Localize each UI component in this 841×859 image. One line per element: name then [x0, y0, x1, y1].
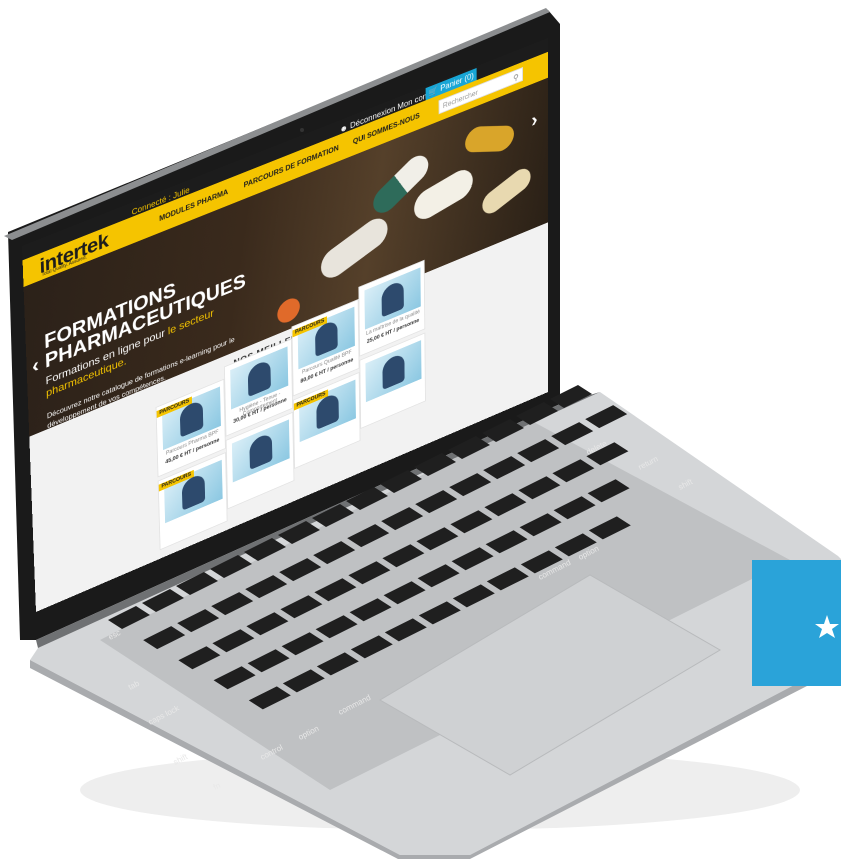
- keyboard-key[interactable]: [587, 479, 630, 503]
- keyboard-key[interactable]: [384, 618, 427, 642]
- keyboard-key[interactable]: [142, 589, 184, 612]
- keyboard-key[interactable]: [552, 459, 595, 483]
- pill-white: [317, 212, 392, 285]
- keyboard-key[interactable]: [516, 402, 558, 425]
- keyboard-key[interactable]: [316, 652, 359, 676]
- chevron-right-icon[interactable]: ›: [531, 108, 537, 133]
- search-icon[interactable]: ⚲: [513, 69, 519, 85]
- keyboard-key[interactable]: [448, 436, 490, 459]
- key-label: caps lock: [147, 703, 182, 727]
- keyboard-key[interactable]: [551, 422, 594, 446]
- photo-stage: esc tab caps lock shift fn control option comma…: [0, 0, 841, 859]
- keyboard-key[interactable]: [415, 490, 458, 514]
- product-figure: [247, 358, 271, 398]
- keyboard-key[interactable]: [211, 592, 254, 616]
- keyboard-key[interactable]: [346, 487, 388, 510]
- pill-orange: [277, 294, 301, 327]
- keyboard-key[interactable]: [417, 564, 460, 588]
- keyboard-key[interactable]: [486, 567, 529, 591]
- keyboard-key[interactable]: [177, 609, 220, 633]
- keyboard-key[interactable]: [350, 635, 393, 659]
- key-label: esc: [107, 628, 122, 642]
- keyboard-key[interactable]: [485, 530, 528, 554]
- keyboard-key[interactable]: [484, 493, 527, 517]
- keyboard-key[interactable]: [381, 507, 424, 531]
- keyboard-key[interactable]: [278, 521, 320, 544]
- keyboard-key[interactable]: [315, 615, 358, 639]
- keyboard-key[interactable]: [482, 419, 524, 442]
- share-widget[interactable]: [752, 560, 841, 686]
- key-label: control: [259, 743, 285, 762]
- keyboard-key[interactable]: [281, 632, 324, 656]
- keyboard-key[interactable]: [313, 541, 356, 565]
- keyboard-key[interactable]: [314, 578, 357, 602]
- product-figure: [249, 431, 273, 471]
- product-figure: [382, 352, 405, 391]
- keyboard-key[interactable]: [416, 527, 459, 551]
- key-label: tab: [127, 678, 141, 691]
- keyboard-key[interactable]: [178, 646, 221, 670]
- keyboard-key[interactable]: [176, 572, 218, 595]
- keyboard-key[interactable]: [247, 649, 290, 673]
- key-label: shift: [677, 477, 695, 492]
- pill-beige: [479, 163, 534, 219]
- keyboard-key[interactable]: [212, 629, 255, 653]
- key-label: option: [297, 724, 321, 742]
- search-placeholder: Rechercher: [442, 88, 478, 111]
- keyboard-key[interactable]: [210, 555, 252, 578]
- keyboard-key[interactable]: [483, 456, 526, 480]
- keyboard-key[interactable]: [348, 561, 391, 585]
- keyboard-key[interactable]: [519, 513, 562, 537]
- keyboard-key[interactable]: [518, 476, 561, 500]
- keyboard-key[interactable]: [451, 547, 494, 571]
- keyboard-key[interactable]: [143, 626, 186, 650]
- keyboard-key[interactable]: [108, 606, 150, 629]
- keyboard-key[interactable]: [282, 669, 325, 693]
- keyboard-key[interactable]: [248, 686, 291, 710]
- keyboard-key[interactable]: [588, 516, 631, 540]
- keyboard-key[interactable]: [414, 453, 456, 476]
- keyboard-key[interactable]: [450, 510, 493, 534]
- keyboard-key[interactable]: [517, 439, 560, 463]
- share-icon: [815, 615, 839, 638]
- keyboard-key[interactable]: [347, 524, 390, 548]
- keyboard-key[interactable]: [553, 496, 596, 520]
- chevron-left-icon[interactable]: ‹: [32, 353, 40, 379]
- keyboard-key[interactable]: [349, 598, 392, 622]
- keyboard-key[interactable]: [280, 595, 323, 619]
- keyboard-key[interactable]: [245, 575, 288, 599]
- keyboard-key[interactable]: [452, 584, 495, 608]
- key-label: return: [637, 454, 660, 472]
- keyboard-key[interactable]: [550, 385, 592, 408]
- product-figure: [381, 279, 404, 318]
- keyboard-key[interactable]: [246, 612, 289, 636]
- keyboard-key[interactable]: [449, 473, 492, 497]
- keyboard-key[interactable]: [382, 544, 425, 568]
- keyboard-key[interactable]: [213, 666, 256, 690]
- keyboard-key[interactable]: [418, 601, 461, 625]
- key-label: fn: [212, 781, 222, 792]
- keyboard-key[interactable]: [383, 581, 426, 605]
- keyboard-key[interactable]: [585, 405, 628, 429]
- key-label: command: [337, 693, 372, 717]
- keyboard-key[interactable]: [312, 504, 354, 527]
- keyboard-key[interactable]: [244, 538, 286, 561]
- key-label: shift: [172, 752, 190, 767]
- pill-gold: [461, 125, 518, 153]
- keyboard-key[interactable]: [279, 558, 322, 582]
- keyboard-key[interactable]: [380, 470, 422, 493]
